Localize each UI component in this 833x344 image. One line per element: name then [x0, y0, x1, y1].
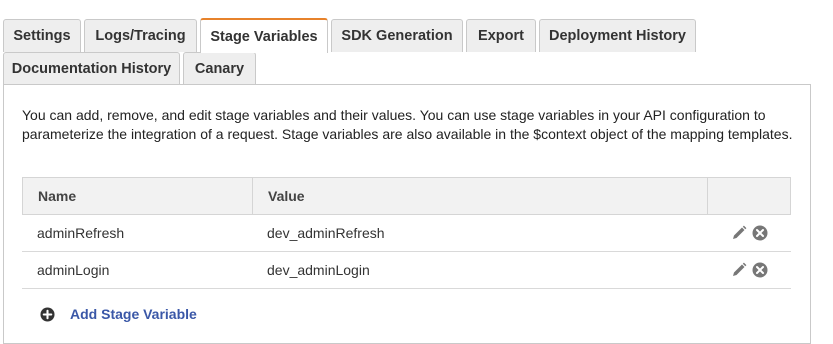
- stage-variables-panel: You can add, remove, and edit stage vari…: [3, 84, 811, 344]
- tab-stage-variables[interactable]: Stage Variables: [200, 18, 328, 53]
- table-row: adminLogin dev_adminLogin: [22, 252, 791, 289]
- remove-icon[interactable]: [752, 225, 768, 241]
- tab-canary[interactable]: Canary: [183, 52, 256, 85]
- header-divider: [707, 178, 708, 214]
- variable-name: adminRefresh: [37, 225, 125, 241]
- table-row: adminRefresh dev_adminRefresh: [22, 215, 791, 252]
- tab-deployment-history[interactable]: Deployment History: [539, 19, 696, 52]
- tab-sdk-generation[interactable]: SDK Generation: [331, 19, 463, 52]
- plus-circle-icon: [40, 306, 55, 322]
- header-name: Name: [38, 188, 77, 204]
- tab-bar: Settings Logs/Tracing Stage Variables SD…: [0, 0, 833, 85]
- tab-documentation-history[interactable]: Documentation History: [3, 52, 180, 85]
- variable-name: adminLogin: [37, 262, 110, 278]
- header-divider: [252, 178, 253, 214]
- tab-export[interactable]: Export: [466, 19, 536, 52]
- pencil-icon[interactable]: [731, 225, 747, 241]
- pencil-icon[interactable]: [731, 262, 747, 278]
- header-value: Value: [268, 188, 305, 204]
- description-text: You can add, remove, and edit stage vari…: [22, 107, 793, 142]
- tab-logs-tracing[interactable]: Logs/Tracing: [84, 19, 197, 52]
- add-stage-variable-label[interactable]: Add Stage Variable: [70, 306, 197, 322]
- remove-icon[interactable]: [752, 262, 768, 278]
- variable-value: dev_adminRefresh: [267, 225, 385, 241]
- add-stage-variable-button[interactable]: Add Stage Variable: [40, 304, 197, 324]
- table-header: Name Value: [22, 177, 791, 215]
- stage-variables-table: Name Value adminRefresh dev_adminRefresh: [22, 177, 791, 289]
- tab-settings[interactable]: Settings: [3, 19, 81, 52]
- variable-value: dev_adminLogin: [267, 262, 370, 278]
